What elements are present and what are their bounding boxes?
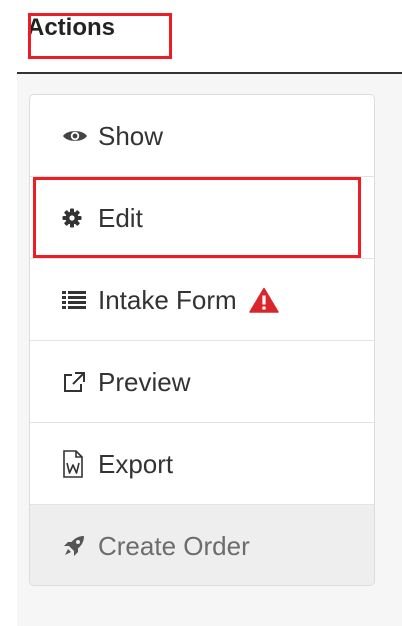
intake-form-label: Intake Form <box>98 284 237 315</box>
word-document-icon <box>62 449 90 478</box>
intake-form-action[interactable]: Intake Form <box>30 259 374 341</box>
list-icon <box>62 288 90 312</box>
show-label: Show <box>98 120 164 151</box>
actions-menu: Show Edit Intake Form Preview Export Cre… <box>29 94 375 586</box>
export-action[interactable]: Export <box>30 423 374 505</box>
eye-icon <box>62 124 90 148</box>
create-order-action[interactable]: Create Order <box>30 505 374 585</box>
preview-action[interactable]: Preview <box>30 341 374 423</box>
warning-icon <box>248 287 279 313</box>
export-label: Export <box>98 448 174 479</box>
external-link-icon <box>62 370 90 394</box>
create-order-label: Create Order <box>98 531 250 561</box>
preview-label: Preview <box>98 366 191 397</box>
title-highlight-box <box>28 13 172 59</box>
show-action[interactable]: Show <box>30 95 374 177</box>
edit-highlight-box <box>33 177 361 258</box>
rocket-icon <box>62 534 90 558</box>
